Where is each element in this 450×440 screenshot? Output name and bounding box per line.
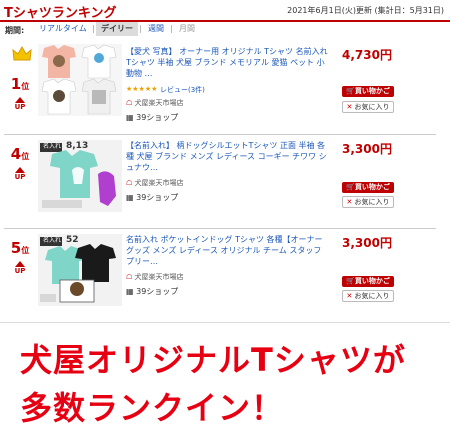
tab-weekly[interactable]: 週間 [143, 22, 169, 36]
cart-icon: 🛒 [346, 183, 355, 191]
tab-realtime[interactable]: リアルタイム [34, 22, 92, 36]
shop-count: 39ショップ [136, 113, 179, 122]
banner-line-1: 犬屋オリジナルTシャツが [20, 341, 406, 379]
row-divider [4, 134, 436, 135]
close-icon: ✕ [346, 198, 353, 206]
price: 3,300円 [342, 236, 392, 250]
shop-name: 犬屋楽天市場店 [134, 179, 184, 187]
review-link[interactable]: レビュー(3件) [160, 85, 205, 95]
shop-count-link[interactable]: ▦ 39ショップ [126, 286, 178, 297]
shop-count-link[interactable]: ▦ 39ショップ [126, 112, 178, 123]
period-label: 期間: [5, 26, 25, 35]
banner-line-2: 多数ランクイン！ [20, 389, 285, 427]
promo-banner: 犬屋オリジナルTシャツが 多数ランクイン！ [0, 322, 450, 440]
add-to-cart-label: 買い物かご [354, 183, 390, 191]
rank-unit: 位 [21, 246, 30, 255]
rating-stars: ★★★★★ [126, 85, 158, 93]
rank-trend: UP [14, 173, 26, 181]
favorite-button[interactable]: ✕ お気に入り [342, 101, 394, 113]
ranking-item-2: 4位 UP 名入れ 8,13 【名前入れ】 柄ドッグシルエットTシャツ 正面 半… [0, 138, 450, 228]
rank-badge: 5位 UP [0, 238, 40, 275]
shop-icon: ☖ [126, 273, 133, 281]
tab-separator: | [92, 24, 95, 33]
add-to-cart-button[interactable]: 🛒買い物かご [342, 276, 394, 287]
price: 4,730円 [342, 48, 392, 62]
rank-badge: 1位 UP [0, 74, 40, 111]
product-title-link[interactable]: 【愛犬 写真】 オーナー用 オリジナル Tシャツ 名前入れ Tシャツ 半袖 犬屋… [126, 46, 331, 79]
favorite-label: お気に入り [354, 292, 390, 300]
tshirt-image-icon [41, 44, 117, 115]
shop-name: 犬屋楽天市場店 [134, 273, 184, 281]
size-label: 52 [66, 235, 79, 245]
shop-name: 犬屋楽天市場店 [134, 99, 184, 107]
shop-count-link[interactable]: ▦ 39ショップ [126, 192, 178, 203]
tab-separator: | [170, 24, 173, 33]
size-label: 8,13 [66, 141, 89, 151]
rank-trend: UP [14, 267, 26, 275]
tab-separator: | [139, 24, 142, 33]
add-to-cart-button[interactable]: 🛒買い物かご [342, 86, 394, 97]
add-to-cart-label: 買い物かご [354, 87, 390, 95]
add-to-cart-label: 買い物かご [354, 277, 390, 285]
product-title-link[interactable]: 名前入れ ポケットインドッグ Tシャツ 各種【オーナー グッズ メンズ レディー… [126, 234, 331, 267]
tab-daily[interactable]: デイリー [96, 22, 138, 36]
shop-link[interactable]: ☖ 犬屋楽天市場店 [126, 272, 184, 282]
rank-unit: 位 [21, 152, 30, 161]
shop-list-icon: ▦ [126, 287, 134, 296]
update-date: 2021年6月1日(火)更新 (集計日：5月31日) [287, 6, 444, 15]
cart-icon: 🛒 [346, 87, 355, 95]
shop-icon: ☖ [126, 99, 133, 107]
name-badge: 名入れ [42, 237, 62, 245]
close-icon: ✕ [346, 292, 353, 300]
shop-link[interactable]: ☖ 犬屋楽天市場店 [126, 178, 184, 188]
rank-unit: 位 [21, 82, 30, 91]
product-title-link[interactable]: 【名前入れ】 柄ドッグシルエットTシャツ 正面 半袖 各種 犬屋 ブランド メン… [126, 140, 331, 173]
name-badge: 名入れ [42, 143, 62, 151]
ranking-header: Tシャツランキング 2021年6月1日(火)更新 (集計日：5月31日) [0, 0, 450, 22]
rank-number: 1 [10, 75, 22, 93]
price: 3,300円 [342, 142, 392, 156]
ranking-title: Tシャツランキング [4, 6, 117, 21]
add-to-cart-button[interactable]: 🛒買い物かご [342, 182, 394, 193]
product-thumbnail[interactable] [38, 44, 122, 116]
favorite-button[interactable]: ✕ お気に入り [342, 196, 394, 208]
shop-icon: ☖ [126, 179, 133, 187]
period-selector: 期間: リアルタイム | デイリー | 週間 | 月間 [0, 22, 450, 38]
close-icon: ✕ [346, 103, 353, 111]
shop-list-icon: ▦ [126, 113, 134, 122]
ranking-item-3: 5位 UP 名入れ 52 名前入れ ポケットインドッグ Tシャツ 各種【オーナー… [0, 232, 450, 320]
rank-number: 4 [10, 145, 22, 163]
rank-number: 5 [10, 239, 22, 257]
tab-monthly[interactable]: 月間 [174, 22, 200, 36]
rank-trend: UP [14, 103, 26, 111]
shop-link[interactable]: ☖ 犬屋楽天市場店 [126, 98, 184, 108]
ranking-item-1: 1位 UP 【愛犬 写真】 オーナー用 オリジナル Tシャツ 名前入れ Tシャツ… [0, 40, 450, 134]
favorite-label: お気に入り [354, 198, 390, 206]
rank-badge: 4位 UP [0, 144, 40, 181]
shop-count: 39ショップ [136, 287, 179, 296]
favorite-button[interactable]: ✕ お気に入り [342, 290, 394, 302]
crown-icon [12, 46, 32, 61]
row-divider [4, 228, 436, 229]
cart-icon: 🛒 [346, 277, 355, 285]
shop-count: 39ショップ [136, 193, 179, 202]
shop-list-icon: ▦ [126, 193, 134, 202]
favorite-label: お気に入り [354, 103, 390, 111]
